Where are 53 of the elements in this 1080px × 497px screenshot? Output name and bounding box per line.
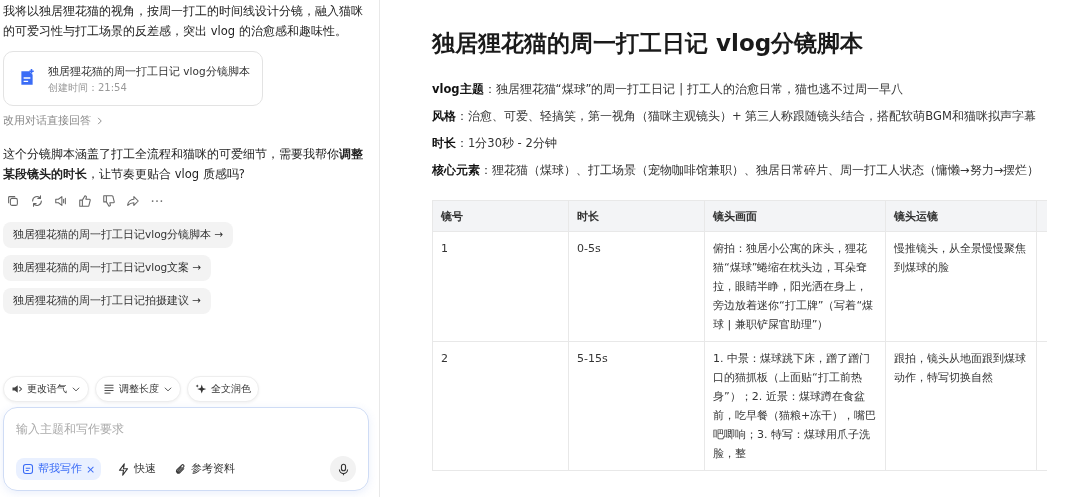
document-title: 独居狸花猫的周一打工日记 vlog分镜脚本 [48, 64, 250, 79]
column-header: 镜号 [432, 200, 569, 232]
meta-text: 时长：1分30秒 - 2分钟 [432, 135, 558, 152]
created-time: 创建时间：21:54 [48, 81, 128, 95]
document-icon [18, 69, 36, 87]
mode-tag[interactable]: 帮我写作 × [16, 458, 102, 480]
microphone-button[interactable] [330, 456, 356, 482]
meta-text: vlog主题：独居狸花猫“煤球”的周一打工日记 | 打工人的治愈日常，猫也逃不过周一早八 [432, 81, 904, 98]
switch-link[interactable]: 改用对话直接回答 [3, 114, 91, 128]
document-heading: 独居狸花猫的周一打工日记 vlog分镜脚本 [432, 29, 865, 58]
input-box[interactable]: 输入主题和写作要求 帮我写作 × 快速 参考资料 [3, 407, 369, 491]
thumbs-up-icon[interactable] [78, 194, 92, 208]
column-header: 镜头画面 [704, 200, 886, 232]
tool-button[interactable]: 更改语气 [3, 376, 89, 402]
table-cell: 5-15s [568, 341, 705, 471]
microphone-icon [336, 462, 350, 476]
message-text: 这个分镜脚本涵盖了打工全流程和猫咪的可爱细节，需要我帮你调整某段镜头的时长，让节奏更贴合 vlog 质感吗? [3, 146, 364, 183]
option-button[interactable]: 参考资料 [172, 460, 238, 478]
column-header: 时长 [568, 200, 705, 232]
thumbs-down-icon[interactable] [102, 194, 116, 208]
table-cell: 跟拍，镜头从地面跟到煤球动作，特写切换自然 [885, 341, 1037, 471]
meta-text: 风格：治愈、可爱、轻搞笑，第一视角（猫咪主观镜头）+ 第三人称跟随镜头结合，搭配软萌BGM和猫咪拟声字幕 [432, 108, 1037, 125]
table-cell: 2 [432, 341, 569, 471]
document-card[interactable]: 独居狸花猫的周一打工日记 vlog分镜脚本 创建时间：21:54 [3, 51, 263, 106]
table-cell: 1. 中景：煤球跳下床，蹭了蹭门口的猫抓板（上面贴“打工前热身”）；2. 近景：煤球蹲在食盆前，吃早餐（猫粮+冻干），嘴巴吧唧响；3. 特写：煤球用爪子洗脸，整 [704, 341, 886, 471]
message-text: 我将以独居狸花猫的视角，按周一打工的时间线设计分镜，融入猫咪的可爱习性与打工场景的反差感，突出 vlog 的治愈感和趣味性。 [3, 3, 364, 40]
chevron-icon [95, 115, 105, 127]
suggestion-chip[interactable]: 独居狸花猫的周一打工日记vlog分镜脚本 → [3, 222, 234, 248]
lightning-icon [117, 462, 131, 476]
table-cell: 慢推镜头，从全景慢慢聚焦到煤球的脸 [885, 231, 1037, 342]
suggestion-chip[interactable]: 独居狸花猫的周一打工日记vlog文案 → [3, 255, 212, 281]
close-icon[interactable]: × [86, 462, 96, 476]
copy-icon[interactable] [6, 194, 20, 208]
refresh-icon[interactable] [30, 194, 44, 208]
caret-icon [163, 384, 173, 394]
table-cell: 俯拍：独居小公寓的床头，狸花猫“煤球”蜷缩在枕头边，耳朵耷拉，眼睛半睁，阳光洒在身上，旁边放着迷你“打工牌”（写着“煤球 | 兼职铲屎官助理”） [704, 231, 886, 342]
tool-button[interactable]: 调整长度 [95, 376, 181, 402]
meta-text: 核心元素：狸花猫（煤球）、打工场景（宠物咖啡馆兼职）、独居日常碎片、周一打工人状态（慵懒→努力→摆烂） [432, 162, 1040, 179]
paperclip-icon [174, 462, 188, 476]
option-button[interactable]: 快速 [115, 460, 159, 478]
chat-icon [22, 463, 34, 475]
sound-icon [11, 383, 23, 395]
lines-icon [103, 383, 115, 395]
tool-button[interactable]: 全文润色 [187, 376, 259, 402]
column-header: 镜头运镜 [885, 200, 1037, 232]
table-cell: 0-5s [568, 231, 705, 342]
mode-label: 帮我写作 [38, 462, 82, 476]
share-icon[interactable] [126, 194, 140, 208]
suggestion-chip[interactable]: 独居狸花猫的周一打工日记拍摄建议 → [3, 288, 212, 314]
speaker-icon[interactable] [54, 194, 68, 208]
sparkle-icon [195, 383, 207, 395]
table-cell: 1 [432, 231, 569, 342]
caret-icon [71, 384, 81, 394]
